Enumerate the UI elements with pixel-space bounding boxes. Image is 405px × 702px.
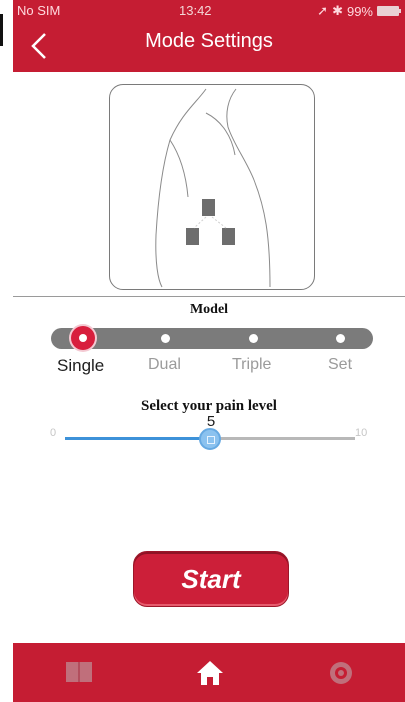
top-header: No SIM 13:42 ➚ ✱ 99% Mode Settings	[13, 0, 405, 72]
electrode-dash-lines	[193, 216, 227, 229]
clock-time: 13:42	[179, 3, 212, 18]
mode-selector-track[interactable]	[51, 328, 373, 349]
mode-option-triple[interactable]	[249, 334, 258, 343]
model-heading: Model	[189, 302, 229, 317]
page-title: Mode Settings	[145, 30, 273, 52]
mode-label-set[interactable]: Set	[328, 356, 352, 374]
phone-screen: No SIM 13:42 ➚ ✱ 99% Mode Settings Model…	[13, 0, 405, 702]
carrier-label: No SIM	[17, 3, 61, 18]
mode-option-set[interactable]	[336, 334, 345, 343]
status-right: ➚ ✱ 99%	[317, 3, 401, 19]
mode-label-single[interactable]: Single	[57, 356, 104, 376]
left-edge-mark	[0, 14, 3, 46]
mode-option-single-selected[interactable]	[71, 326, 95, 350]
section-divider	[13, 296, 405, 297]
status-bar: No SIM 13:42 ➚ ✱ 99%	[13, 2, 405, 19]
mode-label-triple[interactable]: Triple	[232, 356, 271, 374]
book-icon[interactable]	[65, 661, 93, 688]
settings-icon[interactable]	[328, 660, 354, 691]
pain-max-label: 10	[355, 427, 368, 439]
home-icon[interactable]	[195, 659, 225, 692]
bluetooth-icon: ✱	[332, 3, 343, 18]
mode-option-dual[interactable]	[161, 334, 170, 343]
bottom-tab-bar	[13, 643, 405, 702]
location-arrow-icon: ➚	[317, 3, 329, 18]
pain-slider-fill	[65, 437, 210, 440]
battery-percent: 99%	[346, 3, 373, 19]
pain-min-label: 0	[50, 427, 57, 439]
start-button[interactable]: Start	[133, 551, 289, 607]
battery-icon	[377, 6, 401, 16]
pain-slider-thumb[interactable]	[199, 428, 221, 450]
electrode-placement-frame	[109, 84, 315, 290]
left-edge-strip	[0, 0, 13, 702]
mode-label-dual[interactable]: Dual	[148, 356, 181, 374]
